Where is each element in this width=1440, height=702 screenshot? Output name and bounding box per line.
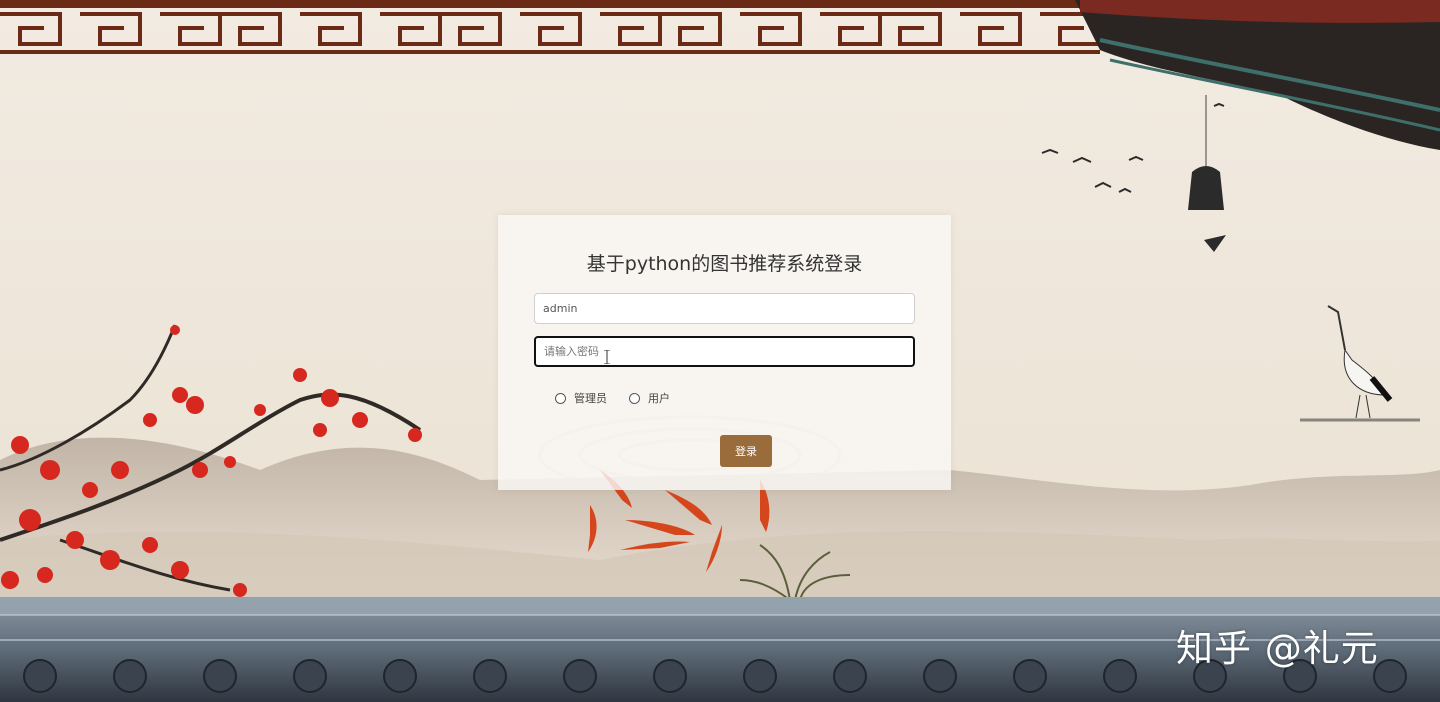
password-input[interactable] xyxy=(534,336,915,367)
login-button[interactable]: 登录 xyxy=(720,435,772,467)
page-title: 基于python的图书推荐系统登录 xyxy=(586,253,863,275)
radio-button[interactable] xyxy=(629,392,640,404)
watermark: 知乎 @礼元 xyxy=(1176,627,1379,670)
role-label: 管理员 xyxy=(574,392,607,405)
radio-button[interactable] xyxy=(555,392,566,404)
role-option-admin[interactable]: 管理员 xyxy=(555,390,607,406)
role-option-user[interactable]: 用户 xyxy=(629,390,670,406)
role-label: 用户 xyxy=(648,392,670,405)
username-input[interactable] xyxy=(534,293,915,324)
role-radio-group: 管理员 用户 xyxy=(555,390,692,406)
text-cursor-icon xyxy=(604,350,610,364)
login-card: 基于python的图书推荐系统登录 管理员 用户 登录 xyxy=(498,215,951,490)
